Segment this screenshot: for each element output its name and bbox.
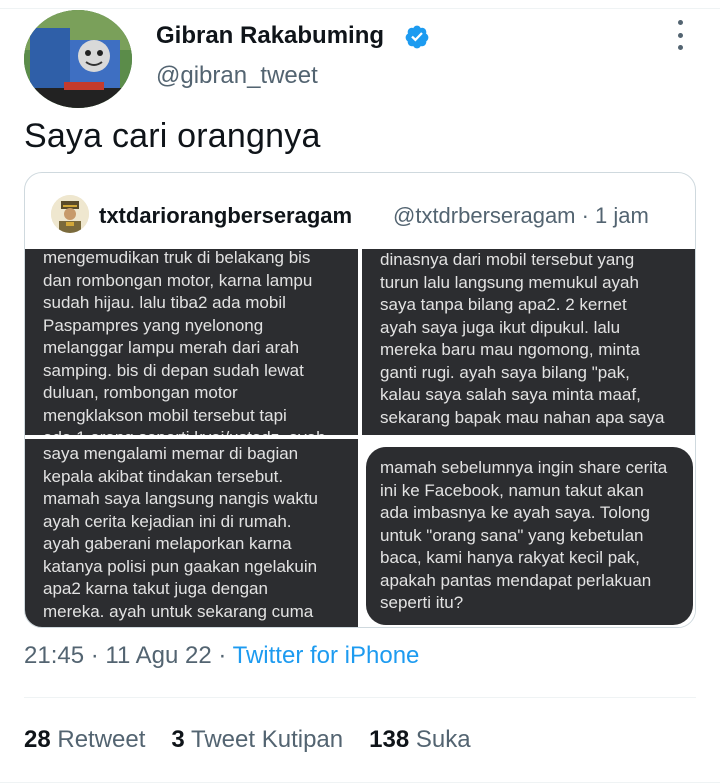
top-divider	[0, 8, 720, 9]
quoted-images-grid: mengemudikan truk di belakang bis dan ro…	[25, 249, 695, 627]
dot	[677, 45, 683, 50]
tweet-time[interactable]: 21:45	[24, 642, 84, 669]
image-4-card: mamah sebelumnya ingin share cerita ini …	[366, 447, 693, 625]
like-count[interactable]: 138 Suka	[369, 726, 470, 754]
tweet-meta: 21:45 · 11 Agu 22 · Twitter for iPhone	[24, 642, 419, 670]
image-text-2: dinasnya dari mobil tersebut yang turun …	[380, 250, 665, 427]
quoted-tweet[interactable]: txtdariorangberseragam @txtdrberseragam …	[24, 172, 696, 628]
more-dots-icon[interactable]	[670, 20, 690, 50]
verified-badge-icon	[405, 25, 429, 49]
tweet-source-link[interactable]: Twitter for iPhone	[233, 642, 420, 669]
dot	[677, 32, 683, 38]
image-text-1: mengemudikan truk di belakang bis dan ro…	[43, 249, 326, 435]
quoted-image-2[interactable]: dinasnya dari mobil tersebut yang turun …	[362, 249, 695, 435]
quoted-image-4[interactable]: mamah sebelumnya ingin share cerita ini …	[362, 439, 695, 627]
author-name[interactable]: Gibran Rakabuming	[156, 22, 384, 50]
author-handle[interactable]: @gibran_tweet	[156, 62, 318, 90]
quoted-author-avatar[interactable]	[51, 195, 89, 233]
meta-separator: ·	[90, 642, 99, 669]
quote-tweet-count[interactable]: 3 Tweet Kutipan	[171, 726, 343, 754]
quoted-author-handle-time: @txtdrberseragam · 1 jam	[393, 203, 649, 228]
quoted-image-1[interactable]: mengemudikan truk di belakang bis dan ro…	[25, 249, 358, 435]
quoted-author-name[interactable]: txtdariorangberseragam	[99, 203, 352, 229]
quoted-image-3[interactable]: saya mengalami memar di bagian kepala ak…	[25, 439, 358, 627]
meta-divider	[24, 697, 696, 698]
image-text-4: mamah sebelumnya ingin share cerita ini …	[380, 458, 668, 612]
bottom-divider	[0, 782, 720, 783]
tweet-date[interactable]: 11 Agu 22	[105, 642, 211, 669]
retweet-count[interactable]: 28 Retweet	[24, 726, 145, 754]
author-avatar[interactable]	[24, 10, 132, 108]
tweet-text: Saya cari orangnya	[24, 117, 321, 155]
image-text-3: saya mengalami memar di bagian kepala ak…	[43, 444, 318, 621]
tweet-stats: 28 Retweet 3 Tweet Kutipan 138 Suka	[24, 726, 471, 754]
meta-separator: ·	[218, 642, 227, 669]
dot	[677, 20, 683, 25]
